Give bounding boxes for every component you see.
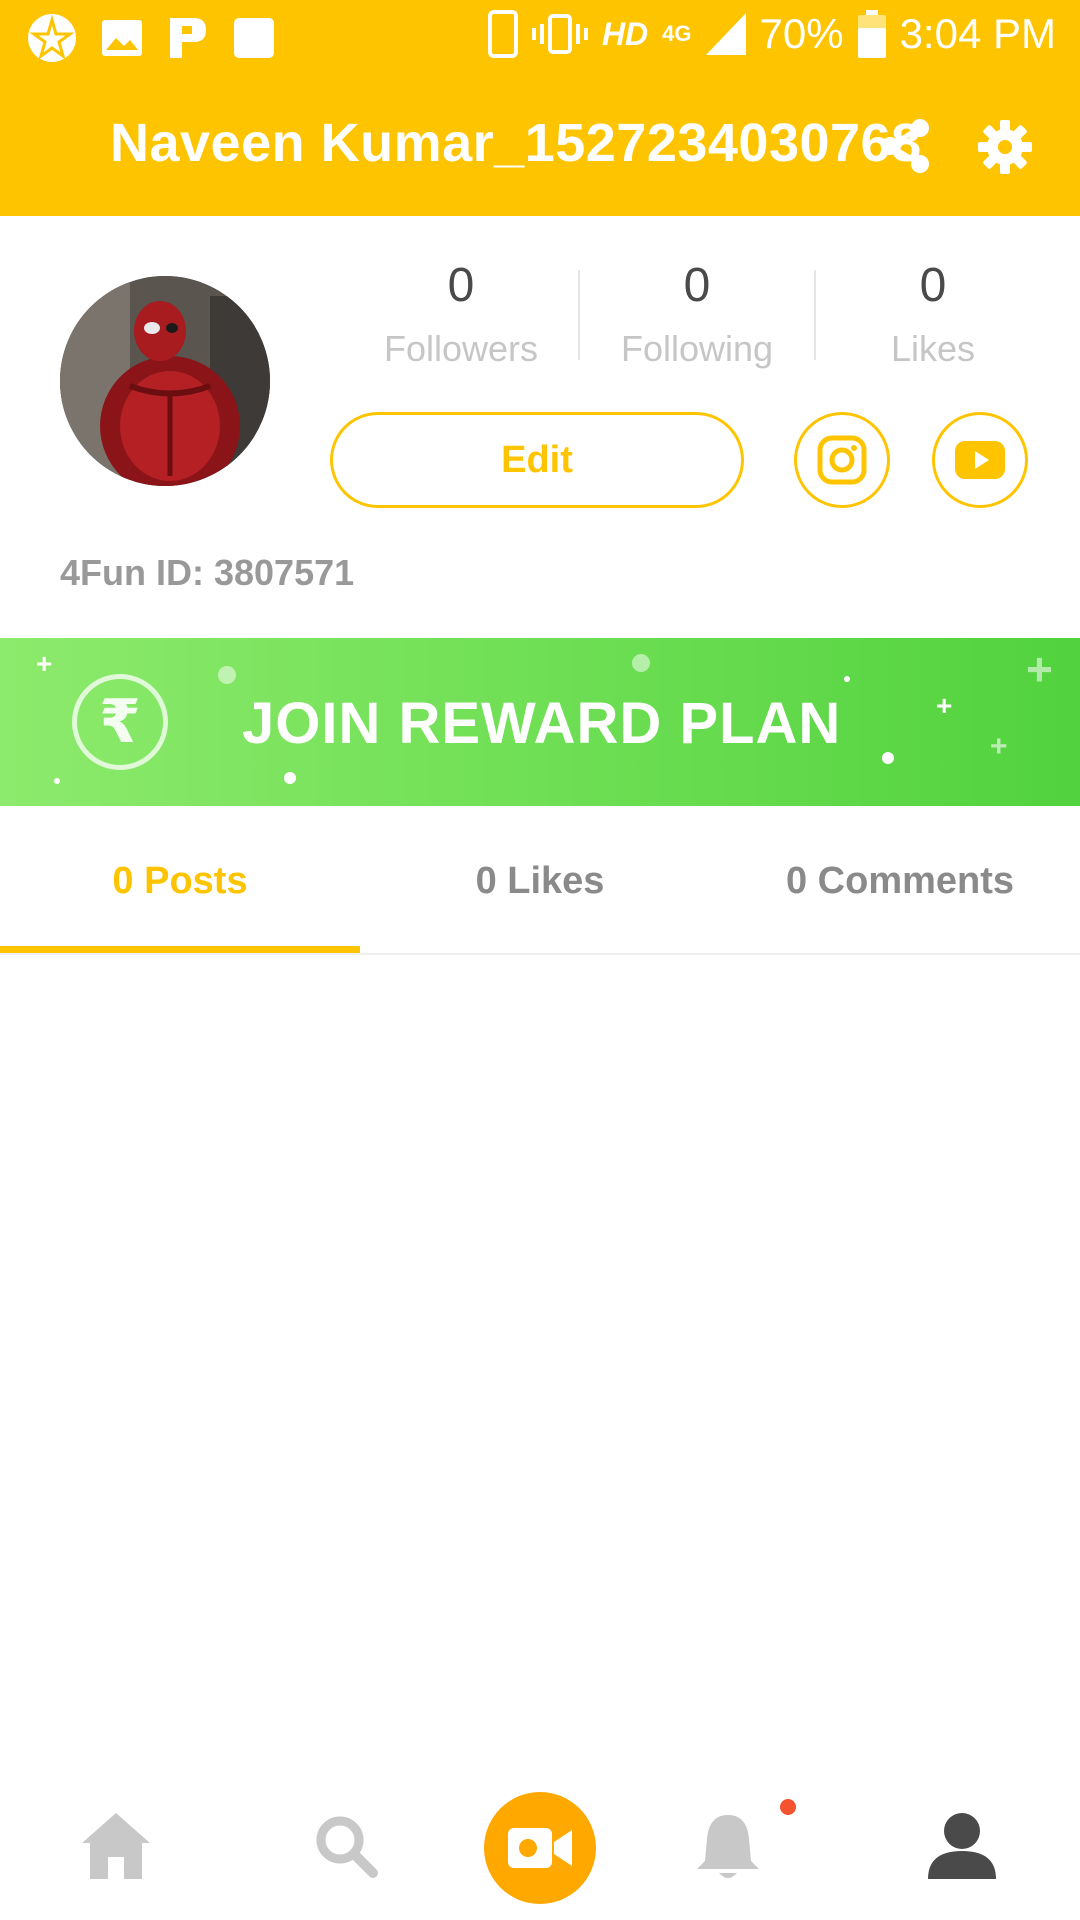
page-title: Naveen Kumar_1527234030768 [110, 113, 922, 173]
avatar-image [60, 276, 270, 486]
video-camera-icon [508, 1828, 572, 1868]
p-app-icon [170, 18, 206, 58]
sparkle-dot [284, 772, 296, 784]
status-bar: HD 4G 70% 3:04 PM [0, 0, 1080, 74]
edit-profile-button[interactable]: Edit [330, 412, 744, 508]
image-icon [102, 20, 142, 56]
avatar[interactable] [60, 276, 270, 486]
battery-percent: 70% [759, 10, 844, 57]
app-header: HD 4G 70% 3:04 PM Naveen Kumar_152723403… [0, 0, 1080, 216]
gear-icon [978, 120, 1032, 174]
instagram-icon [817, 435, 867, 485]
nav-profile[interactable] [922, 1806, 1002, 1886]
tab-divider [0, 953, 1080, 955]
app-notification-icon [28, 14, 76, 62]
following-label: Following [620, 328, 774, 369]
vibrate-icon [531, 14, 588, 54]
sparkle-icon: + [990, 730, 1008, 763]
reward-plan-text: JOIN REWARD PLAN [242, 691, 842, 756]
system-status: HD 4G 70% 3:04 PM [487, 10, 1056, 58]
nav-record-video[interactable] [484, 1792, 596, 1904]
phone-icon [487, 10, 518, 58]
tab-likes[interactable]: 0 Likes [360, 860, 720, 903]
tab-comments[interactable]: 0 Comments [720, 860, 1080, 903]
square-app-icon [234, 18, 274, 58]
sparkle-icon: + [936, 690, 953, 721]
signal-icon [705, 13, 746, 55]
search-icon [316, 1816, 378, 1878]
nav-notifications[interactable] [688, 1806, 768, 1886]
following-stat[interactable]: 0 Following [579, 256, 815, 370]
sparkle-dot [632, 654, 650, 672]
followers-count: 0 [447, 259, 475, 312]
rupee-icon: ₹ [72, 674, 168, 770]
youtube-icon [955, 441, 1005, 479]
sparkle-dot [54, 778, 60, 784]
fun-id: 4Fun ID: 3807571 [60, 552, 355, 593]
settings-button[interactable] [976, 118, 1034, 176]
following-count: 0 [683, 259, 711, 312]
bell-icon [697, 1815, 759, 1878]
network-type: 4G [662, 21, 692, 46]
followers-label: Followers [383, 328, 539, 369]
youtube-button[interactable] [932, 412, 1028, 508]
reward-plan-banner[interactable]: ₹ JOIN REWARD PLAN + + + + [0, 638, 1080, 806]
profile-icon [928, 1813, 996, 1879]
share-icon [881, 119, 929, 173]
likes-stat[interactable]: 0 Likes [815, 256, 1051, 370]
notification-icons [26, 12, 276, 64]
likes-count: 0 [919, 259, 947, 312]
nav-home[interactable] [76, 1806, 156, 1886]
sparkle-dot [218, 666, 236, 684]
sparkle-icon: + [1026, 643, 1053, 695]
likes-label: Likes [890, 328, 976, 369]
sparkle-dot [844, 676, 850, 682]
nav-search[interactable] [306, 1806, 386, 1886]
active-tab-indicator [0, 946, 360, 953]
notification-badge [780, 1799, 796, 1815]
share-button[interactable] [876, 116, 936, 176]
home-icon [82, 1813, 150, 1879]
instagram-button[interactable] [794, 412, 890, 508]
tab-posts[interactable]: 0 Posts [0, 860, 360, 903]
followers-stat[interactable]: 0 Followers [343, 256, 579, 370]
clock: 3:04 PM [899, 10, 1056, 57]
sparkle-icon: + [36, 648, 53, 679]
sparkle-dot [882, 752, 894, 764]
battery-icon [857, 10, 886, 58]
hd-indicator: HD [601, 15, 649, 52]
